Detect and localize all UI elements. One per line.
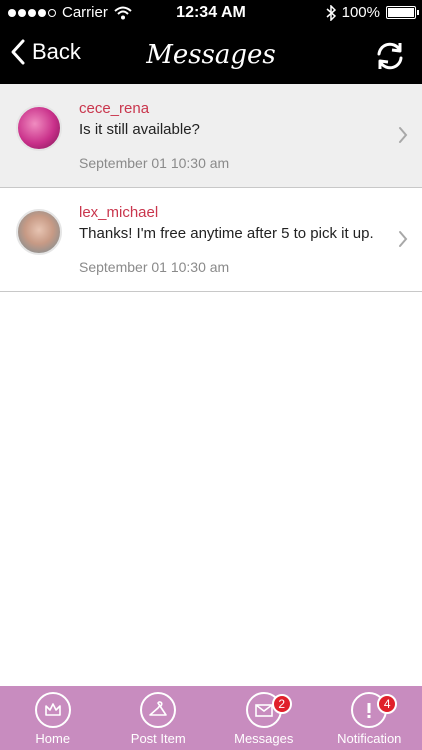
- avatar: [16, 105, 62, 151]
- tab-post-item[interactable]: Post Item: [110, 686, 206, 746]
- status-bar: Carrier 12:34 AM 100%: [0, 0, 422, 28]
- avatar: [16, 209, 62, 255]
- tab-label: Notification: [337, 731, 402, 746]
- page-title: Messages: [146, 40, 276, 70]
- tab-home[interactable]: Home: [5, 686, 101, 746]
- tab-label: Messages: [234, 731, 294, 746]
- navigation-bar: Back Messages: [0, 28, 422, 84]
- tab-label: Post Item: [130, 731, 186, 746]
- message-row[interactable]: cece_rena Is it still available? Septemb…: [0, 84, 422, 188]
- sender-username: cece_rena: [79, 100, 150, 117]
- tab-messages[interactable]: 2 Messages: [216, 686, 312, 746]
- tab-notification[interactable]: 4 Notification: [321, 686, 417, 746]
- message-timestamp: September 01 10:30 am: [79, 259, 230, 275]
- battery-group: 100%: [326, 4, 419, 21]
- tab-bar: Home Post Item 2 Messages 4 Notification: [0, 686, 422, 750]
- messages-badge: 2: [271, 694, 292, 714]
- refresh-icon[interactable]: [372, 38, 408, 74]
- chevron-right-icon: [399, 127, 408, 143]
- tab-label: Home: [35, 731, 71, 746]
- message-timestamp: September 01 10:30 am: [79, 155, 230, 171]
- message-list: cece_rena Is it still available? Septemb…: [0, 84, 422, 292]
- bluetooth-icon: [326, 4, 336, 21]
- message-preview: Thanks! I'm free anytime after 5 to pick…: [79, 225, 374, 242]
- sender-username: lex_michael: [79, 204, 159, 221]
- message-preview: Is it still available?: [79, 121, 200, 138]
- battery-percent: 100%: [341, 4, 380, 21]
- hanger-icon: [140, 692, 177, 728]
- battery-icon: [386, 6, 419, 19]
- crown-icon: [34, 692, 71, 728]
- chevron-right-icon: [399, 231, 408, 247]
- message-row[interactable]: lex_michael Thanks! I'm free anytime aft…: [0, 188, 422, 292]
- notification-badge: 4: [377, 694, 398, 714]
